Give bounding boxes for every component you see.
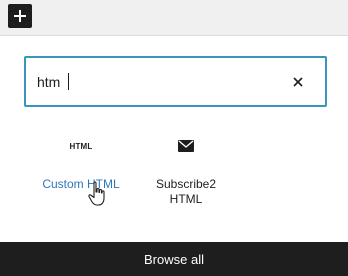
block-item-label: Custom HTML bbox=[42, 177, 120, 191]
block-inserter-panel: HTML Custom HTML Subscribe2 HTML Browse … bbox=[0, 35, 348, 276]
close-icon bbox=[293, 77, 303, 87]
block-item-label: Subscribe2 HTML bbox=[155, 177, 217, 206]
clear-search-button[interactable] bbox=[287, 71, 309, 93]
editor-canvas: HTML Custom HTML Subscribe2 HTML Browse … bbox=[0, 0, 348, 276]
envelope-icon bbox=[178, 140, 194, 152]
search-input[interactable] bbox=[26, 66, 277, 97]
plus-icon bbox=[14, 10, 26, 22]
text-caret bbox=[68, 73, 69, 90]
block-icon: HTML bbox=[33, 132, 129, 160]
search-box[interactable] bbox=[24, 56, 327, 107]
block-icon bbox=[138, 132, 234, 160]
block-item-subscribe2-html[interactable]: Subscribe2 HTML bbox=[138, 132, 234, 212]
add-block-button[interactable] bbox=[8, 4, 32, 28]
browse-all-button[interactable]: Browse all bbox=[0, 242, 348, 276]
html-icon: HTML bbox=[69, 141, 93, 151]
block-item-custom-html[interactable]: HTML Custom HTML bbox=[33, 132, 129, 212]
